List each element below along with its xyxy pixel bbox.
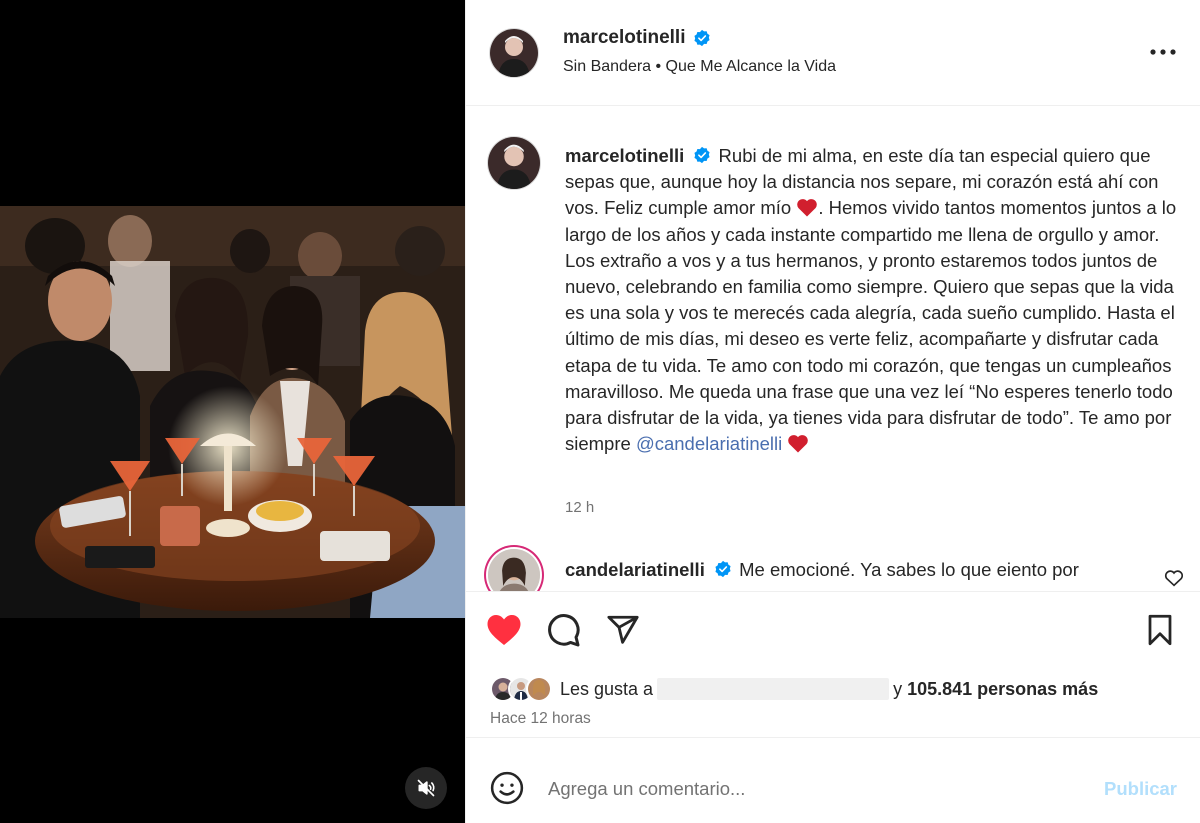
small-heart-icon[interactable]: [1163, 567, 1185, 589]
instagram-post-window: marcelotinelli Sin Bandera • Que Me Alca…: [0, 0, 1200, 823]
likes-prefix: Les gusta a: [560, 678, 654, 699]
like-heart-icon: [487, 615, 521, 645]
share-icon: [607, 615, 639, 644]
author-username-text[interactable]: marcelotinelli: [563, 27, 686, 49]
add-comment-bar: Publicar: [466, 737, 1200, 823]
reply-author-avatar[interactable]: [488, 549, 540, 591]
verified-icon: [693, 29, 710, 47]
more-options-button[interactable]: [1148, 37, 1178, 67]
comments-section[interactable]: marcelotinelli Rubi de mi alma, en este …: [466, 107, 1200, 591]
mute-button[interactable]: [405, 767, 447, 809]
red-heart-emoji-icon: [797, 199, 818, 217]
save-button[interactable]: [1140, 610, 1180, 650]
verified-icon: [694, 146, 710, 164]
reply-text: Me emocioné. Ya sabes lo que eiento por: [739, 559, 1079, 580]
author-username[interactable]: marcelotinelli: [563, 27, 711, 49]
comment-icon: [548, 614, 580, 647]
caption-author-avatar[interactable]: [488, 137, 540, 189]
likes-count-link[interactable]: 105.841 personas más: [907, 679, 1098, 700]
publish-button[interactable]: Publicar: [1104, 778, 1177, 800]
post-detail-panel: marcelotinelli Sin Bandera • Que Me Alca…: [465, 0, 1200, 823]
reply-username[interactable]: candelariatinelli: [565, 559, 705, 580]
verified-icon: [715, 560, 731, 578]
audio-track-link[interactable]: Sin Bandera • Que Me Alcance la Vida: [563, 58, 836, 76]
mute-icon: [417, 779, 435, 797]
redacted-username: [657, 678, 890, 700]
liker-avatar[interactable]: [526, 676, 552, 702]
caption-timestamp[interactable]: 12 h: [565, 499, 594, 516]
author-avatar[interactable]: [490, 29, 538, 77]
more-options-icon: [1150, 49, 1176, 55]
bookmark-icon: [1148, 614, 1172, 646]
emoji-icon[interactable]: [490, 771, 524, 805]
comment-input[interactable]: [548, 774, 1068, 804]
post-actions: Les gusta a y 105.841 personas más Hace …: [466, 591, 1200, 737]
comment-button[interactable]: [543, 610, 583, 650]
red-heart-emoji-icon: [788, 435, 809, 453]
caption-username[interactable]: marcelotinelli: [565, 145, 684, 166]
share-button[interactable]: [603, 610, 643, 650]
likes-summary: Les gusta a y 105.841 personas más: [490, 674, 1098, 704]
caption-text-2: . Hemos vivido tantos momentos juntos a …: [565, 197, 1177, 455]
reply-comment: candelariatinelli Me emocioné. Ya sabes …: [565, 557, 1125, 583]
post-time-ago[interactable]: Hace 12 horas: [490, 710, 591, 728]
caption-mention-link[interactable]: @candelariatinelli: [636, 433, 782, 454]
post-photo[interactable]: [0, 206, 465, 618]
post-caption: marcelotinelli Rubi de mi alma, en este …: [565, 143, 1190, 457]
post-header: marcelotinelli Sin Bandera • Que Me Alca…: [466, 0, 1200, 106]
likes-and: y: [893, 678, 903, 699]
comment-button-placeholder: [1013, 610, 1053, 650]
like-button[interactable]: [484, 610, 524, 650]
post-media: [0, 0, 465, 823]
